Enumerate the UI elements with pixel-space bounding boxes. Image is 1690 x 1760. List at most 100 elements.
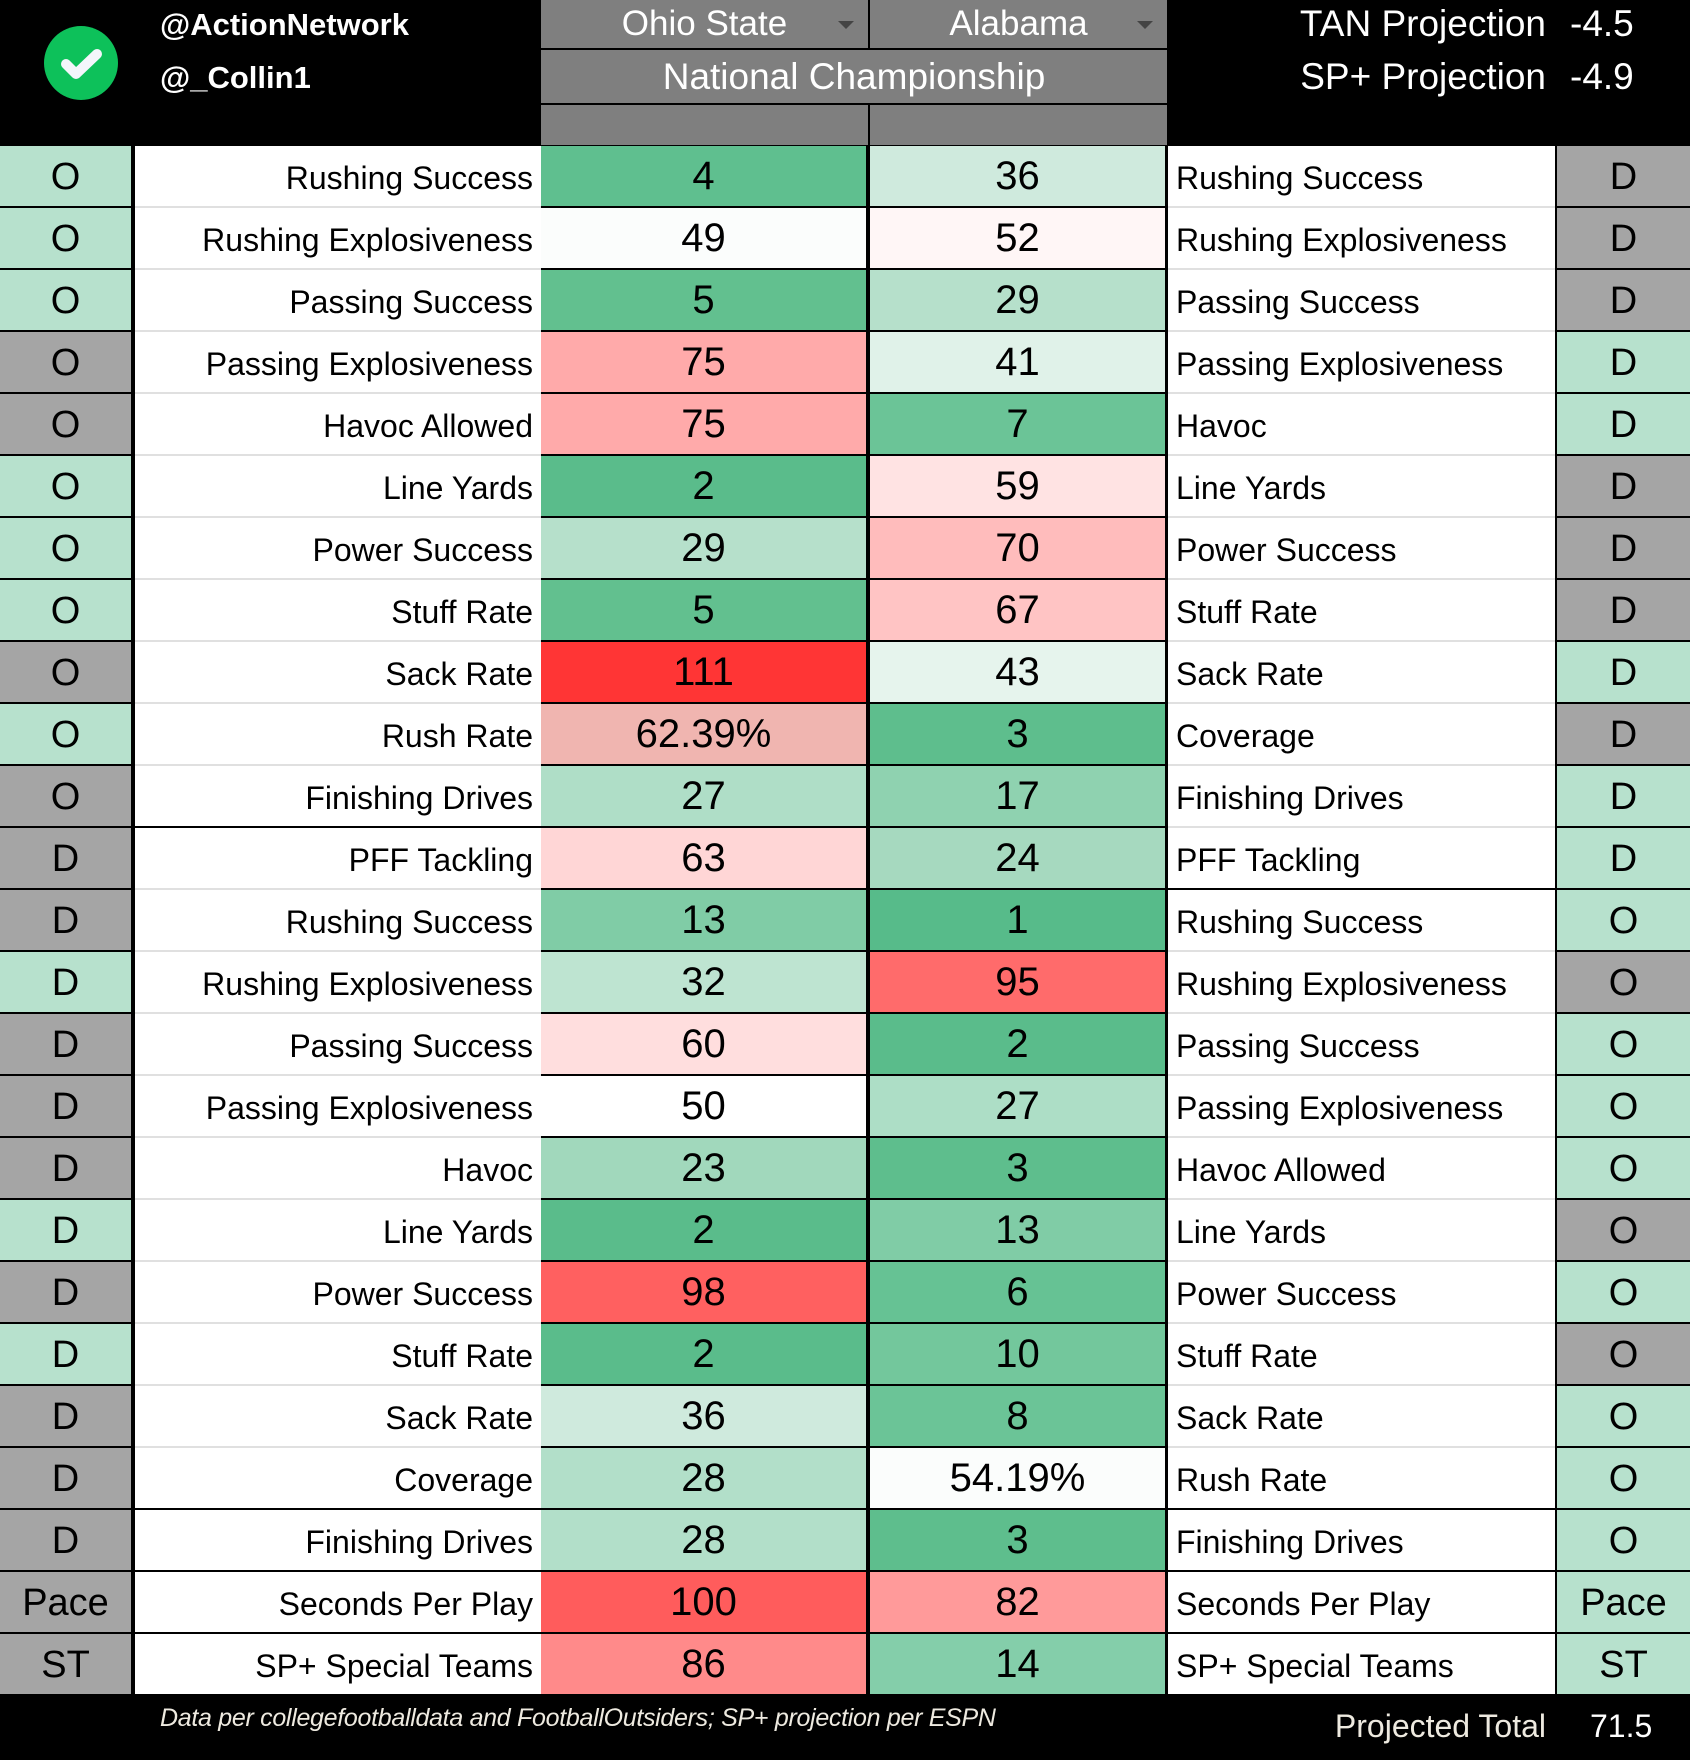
left-unit-label: O [0, 766, 133, 828]
team-b-rank: 17 [870, 766, 1167, 828]
right-unit-label: D [1555, 456, 1690, 518]
left-unit-label: D [0, 1262, 133, 1324]
left-unit-label: O [0, 332, 133, 394]
left-unit-label: D [0, 1200, 133, 1262]
table-row: O Rushing Explosiveness 49 52 Rushing Explos… [0, 208, 1690, 270]
right-metric-label: Stuff Rate [1168, 580, 1555, 642]
team-b-rank: 3 [870, 1138, 1167, 1200]
right-metric-label: Rushing Success [1168, 146, 1555, 208]
team-b-rank: 6 [870, 1262, 1167, 1324]
left-metric-label: Sack Rate [135, 1386, 541, 1448]
team-b-rank: 36 [870, 146, 1167, 208]
team-b-rank: 82 [870, 1572, 1167, 1634]
team-a-rank: 2 [541, 1200, 868, 1262]
table-row: O Power Success 29 70 Power Success D [0, 518, 1690, 580]
right-unit-label: Pace [1555, 1572, 1690, 1634]
left-unit-label: D [0, 1138, 133, 1200]
team-a-rank: 23 [541, 1138, 868, 1200]
left-unit-label: O [0, 518, 133, 580]
left-metric-label: Line Yards [135, 1200, 541, 1262]
table-row: D Sack Rate 36 8 Sack Rate O [0, 1386, 1690, 1448]
right-unit-label: D [1555, 580, 1690, 642]
table-row: D Line Yards 2 13 Line Yards O [0, 1200, 1690, 1262]
team-a-dropdown[interactable]: Ohio State [541, 0, 868, 48]
left-unit-label: D [0, 1324, 133, 1386]
table-row: D PFF Tackling 63 24 PFF Tackling D [0, 828, 1690, 890]
right-metric-label: Passing Success [1168, 270, 1555, 332]
right-unit-label: O [1555, 952, 1690, 1014]
right-unit-label: ST [1555, 1634, 1690, 1696]
team-b-dropdown[interactable]: Alabama [870, 0, 1167, 48]
right-unit-label: D [1555, 394, 1690, 456]
right-unit-label: D [1555, 704, 1690, 766]
left-metric-label: Havoc Allowed [135, 394, 541, 456]
right-metric-label: Havoc [1168, 394, 1555, 456]
table-row: Pace Seconds Per Play 100 82 Seconds Per Pla… [0, 1572, 1690, 1634]
team-a-rank: 32 [541, 952, 868, 1014]
left-unit-label: O [0, 456, 133, 518]
team-a-rank: 27 [541, 766, 868, 828]
team-a-rank: 75 [541, 394, 868, 456]
table-row: D Coverage 28 54.19% Rush Rate O [0, 1448, 1690, 1510]
left-metric-label: Rushing Success [135, 146, 541, 208]
team-b-rank: 41 [870, 332, 1167, 394]
team-b-rank: 13 [870, 1200, 1167, 1262]
team-b-rank: 3 [870, 1510, 1167, 1572]
right-metric-label: Power Success [1168, 1262, 1555, 1324]
team-a-rank: 36 [541, 1386, 868, 1448]
team-a-rank: 75 [541, 332, 868, 394]
left-metric-label: SP+ Special Teams [135, 1634, 541, 1696]
right-metric-label: PFF Tackling [1168, 828, 1555, 890]
left-unit-label: D [0, 1014, 133, 1076]
left-metric-label: Seconds Per Play [135, 1572, 541, 1634]
right-metric-label: Line Yards [1168, 1200, 1555, 1262]
left-metric-label: Finishing Drives [135, 766, 541, 828]
sp-projection-value: -4.9 [1570, 56, 1634, 97]
table-row: D Rushing Explosiveness 32 95 Rushing Explos… [0, 952, 1690, 1014]
left-unit-label: D [0, 828, 133, 890]
team-a-rank: 100 [541, 1572, 868, 1634]
team-b-rank: 1 [870, 890, 1167, 952]
right-unit-label: O [1555, 1510, 1690, 1572]
right-metric-label: Sack Rate [1168, 1386, 1555, 1448]
team-b-rank: 8 [870, 1386, 1167, 1448]
left-metric-label: Finishing Drives [135, 1510, 541, 1572]
right-metric-label: Passing Explosiveness [1168, 332, 1555, 394]
left-metric-label: Sack Rate [135, 642, 541, 704]
table-row: O Rushing Success 4 36 Rushing Success D [0, 146, 1690, 208]
game-title: National Championship [541, 50, 1167, 103]
right-unit-label: O [1555, 1076, 1690, 1138]
left-unit-label: D [0, 1510, 133, 1572]
left-unit-label: D [0, 890, 133, 952]
team-a-rank: 28 [541, 1448, 868, 1510]
right-metric-label: Rushing Explosiveness [1168, 208, 1555, 270]
right-unit-label: D [1555, 270, 1690, 332]
left-metric-label: Passing Explosiveness [135, 332, 541, 394]
team-b-rank: 67 [870, 580, 1167, 642]
right-metric-label: Seconds Per Play [1168, 1572, 1555, 1634]
header-blank-cell [870, 105, 1167, 145]
left-metric-label: Havoc [135, 1138, 541, 1200]
team-a-rank: 63 [541, 828, 868, 890]
handle-action-network: @ActionNetwork [160, 7, 409, 42]
table-row: D Havoc 23 3 Havoc Allowed O [0, 1138, 1690, 1200]
table-row: O Passing Success 5 29 Passing Success D [0, 270, 1690, 332]
left-metric-label: Stuff Rate [135, 1324, 541, 1386]
table-row: D Stuff Rate 2 10 Stuff Rate O [0, 1324, 1690, 1386]
right-unit-label: D [1555, 828, 1690, 890]
tan-projection-value: -4.5 [1570, 3, 1634, 44]
right-metric-label: Power Success [1168, 518, 1555, 580]
left-unit-label: O [0, 704, 133, 766]
team-b-rank: 29 [870, 270, 1167, 332]
source-note: Data per collegefootballdata and Footbal… [160, 1704, 996, 1732]
team-a-rank: 111 [541, 642, 868, 704]
left-unit-label: ST [0, 1634, 133, 1696]
team-a-rank: 62.39% [541, 704, 868, 766]
team-a-rank: 98 [541, 1262, 868, 1324]
right-metric-label: Rushing Explosiveness [1168, 952, 1555, 1014]
team-b-rank: 27 [870, 1076, 1167, 1138]
right-metric-label: Line Yards [1168, 456, 1555, 518]
right-unit-label: D [1555, 146, 1690, 208]
left-metric-label: Coverage [135, 1448, 541, 1510]
projected-total-label: Projected Total [1334, 1708, 1546, 1744]
